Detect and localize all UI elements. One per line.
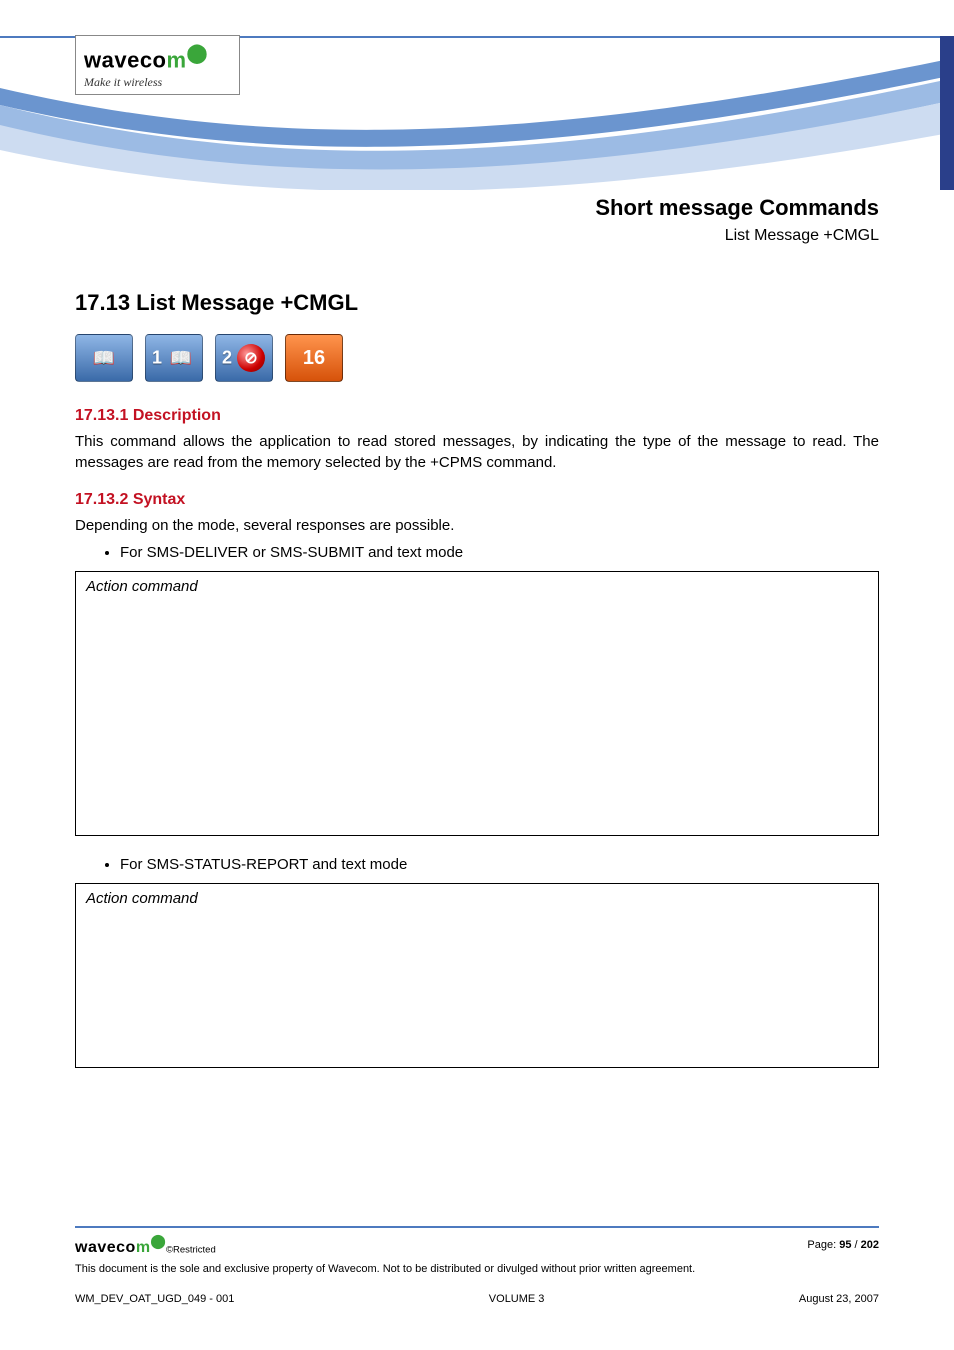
syntax-heading: 17.13.2 Syntax xyxy=(75,491,879,509)
page-sep: / xyxy=(851,1239,860,1251)
footer-legal: This document is the sole and exclusive … xyxy=(75,1263,879,1275)
footer-restricted: ©Restricted xyxy=(166,1244,216,1255)
sim-icon: 📖 xyxy=(75,334,133,382)
footer-date: August 23, 2007 xyxy=(799,1293,879,1305)
chapter-header: Short message Commands List Message +CMG… xyxy=(595,195,879,245)
chapter-title: Short message Commands xyxy=(595,195,879,221)
footer-badge-icon: ⬤ xyxy=(151,1234,166,1249)
action-command-label: Action command xyxy=(86,578,198,595)
badge-num-16: 16 xyxy=(303,347,325,370)
book-icon: 📖 xyxy=(170,348,192,369)
bullet-deliver-submit: For SMS-DELIVER or SMS-SUBMIT and text m… xyxy=(120,544,879,561)
footer-brand-suffix: m xyxy=(136,1239,151,1256)
description-body: This command allows the application to r… xyxy=(75,431,879,473)
footer-doc-id: WM_DEV_OAT_UGD_049 - 001 xyxy=(75,1293,234,1305)
footer-rule xyxy=(75,1226,879,1228)
header-swoosh xyxy=(0,0,954,190)
page-footer: wavecom⬤©Restricted Page: 95 / 202 This … xyxy=(75,1226,879,1305)
description-heading: 17.13.1 Description xyxy=(75,407,879,425)
page-current: 95 xyxy=(839,1239,851,1251)
section-title: 17.13 List Message +CMGL xyxy=(75,290,879,316)
brand-suffix: m xyxy=(167,47,187,72)
brand-name: wavecom⬤ xyxy=(84,42,231,73)
badge-num-2: 2 xyxy=(222,348,232,369)
footer-volume: VOLUME 3 xyxy=(489,1293,545,1305)
syntax-list-2: For SMS-STATUS-REPORT and text mode xyxy=(120,856,879,873)
brand-logo: wavecom⬤ Make it wireless xyxy=(75,35,240,95)
bullet-status-report: For SMS-STATUS-REPORT and text mode xyxy=(120,856,879,873)
book-icon: 📖 xyxy=(93,348,115,369)
page-label: Page: xyxy=(807,1239,839,1251)
chapter-ref-icon: 16 xyxy=(285,334,343,382)
page-content: 17.13 List Message +CMGL 📖 1 📖 2 ⊘ 16 17… xyxy=(75,290,879,1088)
action-command-label: Action command xyxy=(86,890,198,907)
footer-page: Page: 95 / 202 xyxy=(807,1239,879,1251)
syntax-intro: Depending on the mode, several responses… xyxy=(75,515,879,536)
badge-num-1: 1 xyxy=(152,348,162,369)
action-command-box-1: Action command xyxy=(75,571,879,836)
sim1-icon: 1 📖 xyxy=(145,334,203,382)
syntax-list-1: For SMS-DELIVER or SMS-SUBMIT and text m… xyxy=(120,544,879,561)
brand-prefix: waveco xyxy=(84,47,167,72)
footer-brand-prefix: waveco xyxy=(75,1239,136,1256)
sim2-blocked-icon: 2 ⊘ xyxy=(215,334,273,382)
compat-icon-row: 📖 1 📖 2 ⊘ 16 xyxy=(75,334,879,382)
page-total: 202 xyxy=(861,1239,879,1251)
brand-tagline: Make it wireless xyxy=(84,75,231,90)
brand-badge-icon: ⬤ xyxy=(187,42,208,63)
blocked-icon: ⊘ xyxy=(237,344,265,372)
chapter-subtitle: List Message +CMGL xyxy=(595,227,879,245)
slash-glyph: ⊘ xyxy=(244,348,257,368)
action-command-box-2: Action command xyxy=(75,883,879,1068)
footer-brand: wavecom⬤©Restricted xyxy=(75,1234,216,1257)
